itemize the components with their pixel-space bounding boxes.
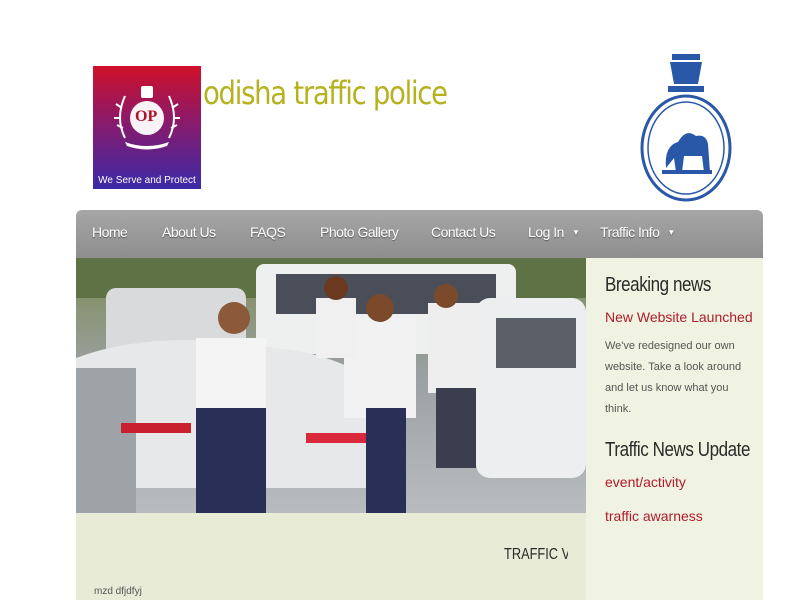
nav-faqs[interactable]: FAQS <box>250 224 286 240</box>
nav-contact-us[interactable]: Contact Us <box>431 224 496 240</box>
traffic-awareness-link[interactable]: traffic awarness <box>605 508 703 524</box>
logo-monogram: OP <box>135 108 158 125</box>
nav-log-in[interactable]: Log In ▼ <box>528 224 580 240</box>
traffic-news-heading: Traffic News Update <box>605 439 750 461</box>
event-activity-link[interactable]: event/activity <box>605 474 686 490</box>
dropdown-caret-icon: ▼ <box>667 228 675 237</box>
section-title: TRAFFIC VIO <box>504 546 568 563</box>
main-content: TRAFFIC VIO mzd dfjdfyj <box>76 513 586 600</box>
nav-home[interactable]: Home <box>92 224 128 240</box>
nav-photo-gallery[interactable]: Photo Gallery <box>320 224 399 240</box>
breaking-news-link[interactable]: New Website Launched <box>605 309 753 325</box>
site-title: odisha traffic police <box>203 74 448 112</box>
main-navbar: Home About Us FAQS Photo Gallery Contact… <box>76 210 763 258</box>
odisha-state-emblem-icon <box>640 54 732 202</box>
dropdown-caret-icon: ▼ <box>571 228 580 237</box>
hero-photo <box>76 258 586 513</box>
nav-about-us[interactable]: About Us <box>162 224 216 240</box>
news-sidebar: Breaking news New Website Launched We've… <box>586 258 763 600</box>
nav-log-in-label: Log In <box>528 224 564 240</box>
nav-traffic-info[interactable]: Traffic Info ▼ <box>600 224 675 240</box>
traffic-police-photo <box>76 258 586 513</box>
police-logo: OP We Serve and Protect <box>93 66 201 189</box>
nav-traffic-info-label: Traffic Info <box>600 224 660 240</box>
breaking-news-heading: Breaking news <box>605 274 711 296</box>
breaking-news-text: We've redesigned our own website. Take a… <box>605 340 742 415</box>
logo-motto: We Serve and Protect <box>98 175 196 186</box>
content-note: mzd dfjdfyj <box>94 586 142 597</box>
